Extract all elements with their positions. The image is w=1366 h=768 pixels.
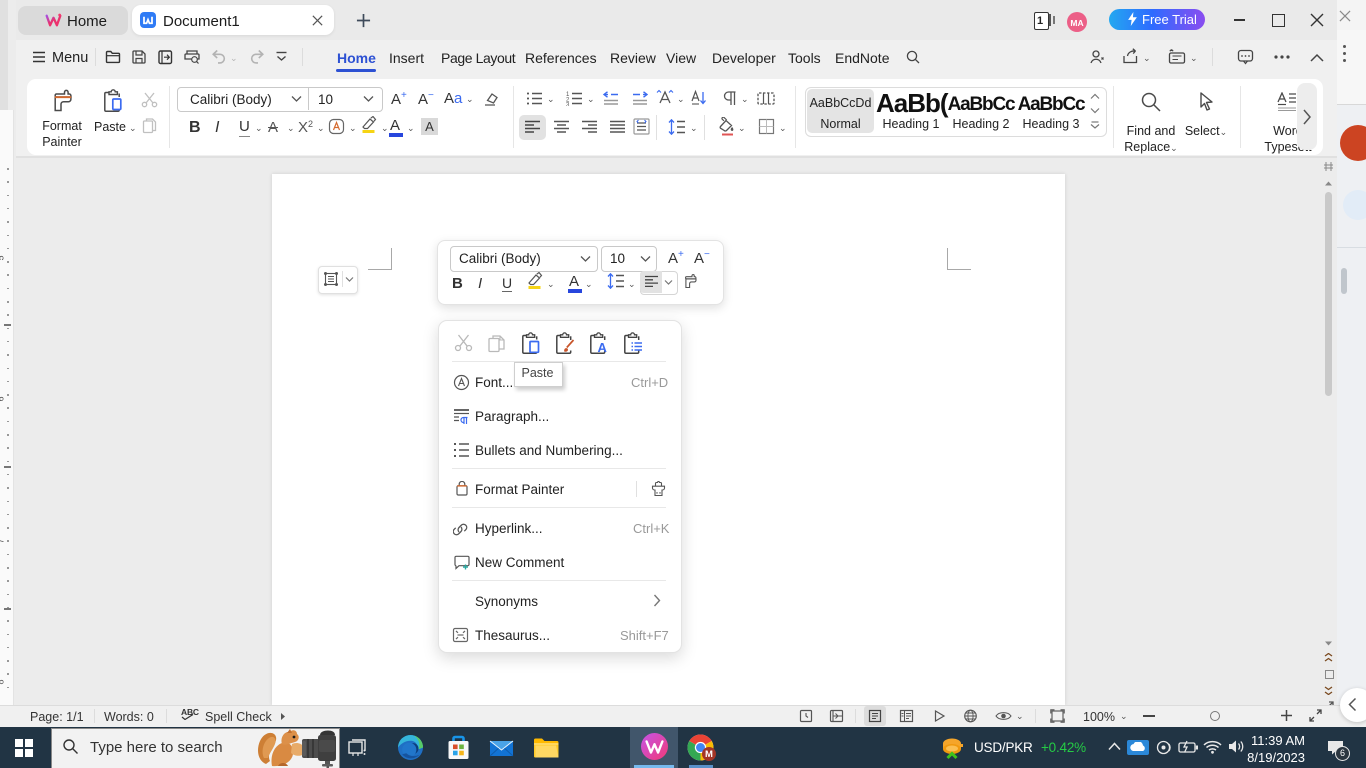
svg-text:3: 3 — [566, 103, 570, 107]
svg-text:A: A — [598, 340, 608, 355]
